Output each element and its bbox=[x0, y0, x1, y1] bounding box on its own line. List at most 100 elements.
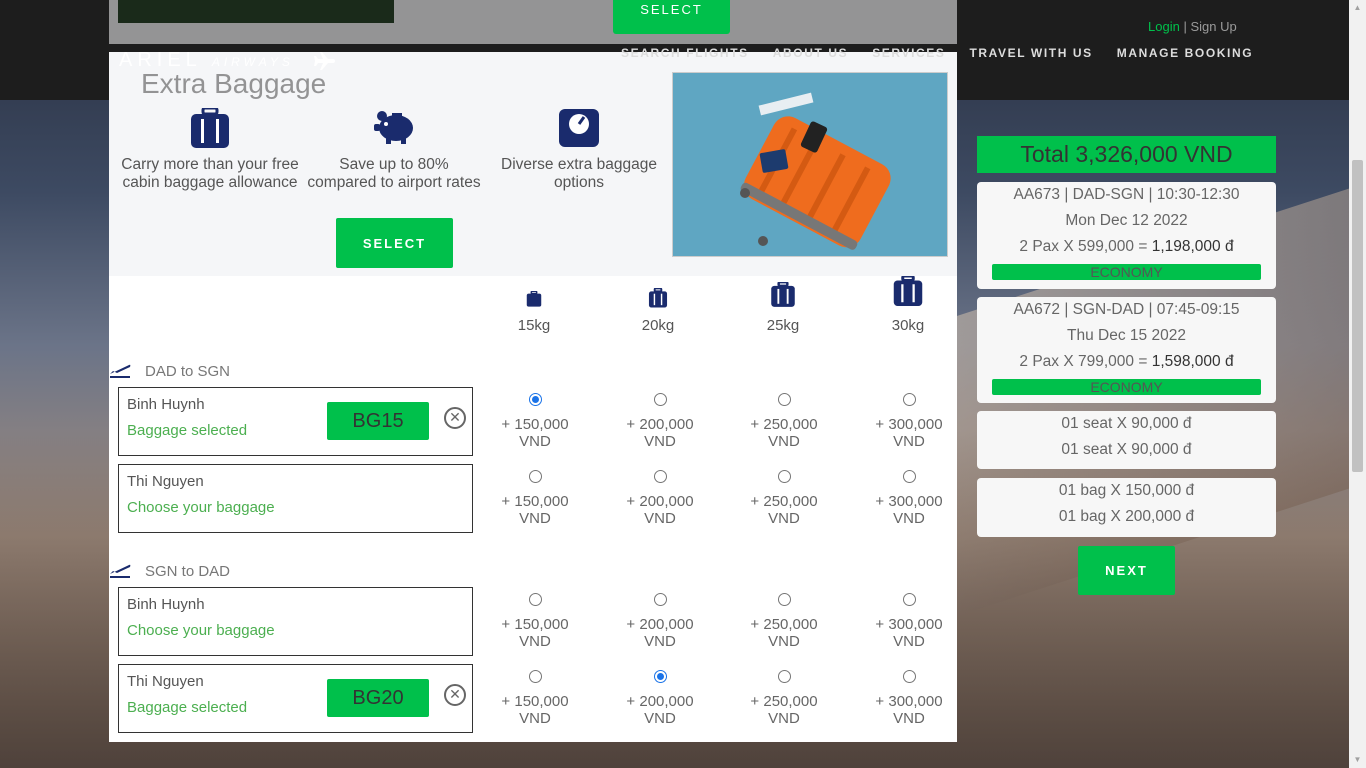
nav-about-us[interactable]: ABOUT US bbox=[773, 46, 848, 60]
nav-travel-with-us[interactable]: TRAVEL WITH US bbox=[969, 46, 1092, 60]
option-15kg[interactable]: + 150,000 VND bbox=[485, 393, 585, 450]
bag-line: 01 bag X 150,000 đ bbox=[1058, 482, 1195, 499]
scale-icon bbox=[489, 108, 669, 150]
airplane-icon bbox=[314, 51, 336, 70]
radio-button[interactable] bbox=[653, 393, 667, 406]
feature-diverse: Diverse extra baggage options bbox=[489, 108, 669, 192]
radio-button[interactable] bbox=[528, 670, 542, 683]
piggy-bank-icon bbox=[304, 108, 484, 150]
modal-title: Extra Baggage bbox=[141, 68, 327, 99]
price-label: + 250,000 VND bbox=[750, 616, 818, 650]
luggage-icon bbox=[771, 282, 795, 307]
passenger-name: Thi Nguyen bbox=[127, 473, 204, 490]
flight-amount: 1,598,000 đ bbox=[1151, 353, 1234, 370]
weight-label: 25kg bbox=[766, 317, 800, 334]
radio-button[interactable] bbox=[777, 470, 791, 483]
baggage-status: Choose your baggage bbox=[127, 622, 275, 639]
option-20kg[interactable]: + 200,000 VND bbox=[610, 470, 710, 527]
option-15kg[interactable]: + 150,000 VND bbox=[485, 670, 585, 727]
price-label: + 200,000 VND bbox=[626, 616, 694, 650]
pax-calc: 2 Pax X 599,000 = bbox=[1019, 238, 1148, 255]
flight-date: Thu Dec 15 2022 bbox=[1067, 327, 1186, 344]
seat-line: 01 seat X 90,000 đ bbox=[1061, 415, 1192, 432]
radio-button[interactable] bbox=[902, 470, 916, 483]
option-20kg[interactable]: + 200,000 VND bbox=[610, 670, 710, 727]
scrollbar-thumb[interactable] bbox=[1352, 160, 1363, 472]
feature-text: Carry more than your free cabin baggage … bbox=[121, 156, 299, 191]
luggage-icon bbox=[526, 291, 542, 307]
previous-card-image bbox=[118, 0, 394, 23]
option-20kg[interactable]: + 200,000 VND bbox=[610, 393, 710, 450]
radio-button[interactable] bbox=[528, 393, 542, 406]
radio-button[interactable] bbox=[528, 470, 542, 483]
nav-manage-booking[interactable]: MANAGE BOOKING bbox=[1117, 46, 1253, 60]
option-25kg[interactable]: + 250,000 VND bbox=[734, 670, 834, 727]
option-30kg[interactable]: + 300,000 VND bbox=[859, 670, 959, 727]
select-baggage-button[interactable]: SELECT bbox=[336, 218, 453, 268]
extra-baggage-modal: Extra Baggage Carry more than your free … bbox=[109, 52, 957, 742]
nav-search-flights[interactable]: SEARCH FLIGHTS bbox=[621, 46, 749, 60]
option-25kg[interactable]: + 250,000 VND bbox=[734, 593, 834, 650]
flight-summary-card: AA672 | SGN-DAD | 07:45-09:15 Thu Dec 15… bbox=[977, 297, 1276, 403]
previous-select-button[interactable]: SELECT bbox=[613, 0, 730, 34]
flight-route: AA672 | SGN-DAD | 07:45-09:15 bbox=[1013, 301, 1240, 318]
suitcase-image bbox=[672, 72, 948, 257]
radio-button[interactable] bbox=[653, 593, 667, 606]
login-link[interactable]: Login bbox=[1148, 19, 1180, 34]
radio-button[interactable] bbox=[777, 593, 791, 606]
radio-button[interactable] bbox=[653, 670, 667, 683]
weight-label: 15kg bbox=[517, 317, 551, 334]
radio-button[interactable] bbox=[777, 670, 791, 683]
option-15kg[interactable]: + 150,000 VND bbox=[485, 470, 585, 527]
passenger-name: Binh Huynh bbox=[127, 396, 205, 413]
flight-route: AA673 | DAD-SGN | 10:30-12:30 bbox=[1013, 186, 1240, 203]
price-label: + 200,000 VND bbox=[626, 493, 694, 527]
option-30kg[interactable]: + 300,000 VND bbox=[859, 470, 959, 527]
seat-line: 01 seat X 90,000 đ bbox=[1061, 441, 1192, 458]
weight-label: 30kg bbox=[891, 317, 925, 334]
flight-summary-card: AA673 | DAD-SGN | 10:30-12:30 Mon Dec 12… bbox=[977, 182, 1276, 289]
price-label: + 300,000 VND bbox=[875, 693, 943, 727]
option-30kg[interactable]: + 300,000 VND bbox=[859, 593, 959, 650]
logo[interactable]: ARIEL AIRWAYS bbox=[119, 49, 336, 72]
baggage-status: Choose your baggage bbox=[127, 499, 275, 516]
passenger-card[interactable]: Binh Huynh Baggage selected BG15 ✕ bbox=[118, 387, 473, 456]
signup-link[interactable]: Sign Up bbox=[1190, 19, 1236, 34]
radio-button[interactable] bbox=[902, 670, 916, 683]
baggage-status: Baggage selected bbox=[127, 422, 248, 439]
main-nav: SEARCH FLIGHTS ABOUT US SERVICES TRAVEL … bbox=[621, 46, 1253, 60]
scroll-down-icon[interactable]: ▼ bbox=[1352, 754, 1363, 766]
nav-services[interactable]: SERVICES bbox=[872, 46, 945, 60]
route-sgn-dad: SGN to DAD bbox=[109, 562, 230, 580]
option-25kg[interactable]: + 250,000 VND bbox=[734, 470, 834, 527]
scroll-up-icon[interactable]: ▲ bbox=[1352, 2, 1363, 14]
radio-button[interactable] bbox=[902, 393, 916, 406]
total-price: Total 3,326,000 VND bbox=[977, 136, 1276, 173]
radio-button[interactable] bbox=[528, 593, 542, 606]
radio-button[interactable] bbox=[902, 593, 916, 606]
price-label: + 300,000 VND bbox=[875, 493, 943, 527]
remove-baggage-icon[interactable]: ✕ bbox=[444, 407, 466, 429]
radio-button[interactable] bbox=[653, 470, 667, 483]
remove-baggage-icon[interactable]: ✕ bbox=[444, 684, 466, 706]
radio-button[interactable] bbox=[777, 393, 791, 406]
flight-date: Mon Dec 12 2022 bbox=[1065, 212, 1188, 229]
passenger-card[interactable]: Thi Nguyen Baggage selected BG20 ✕ bbox=[118, 664, 473, 733]
passenger-card[interactable]: Binh Huynh Choose your baggage bbox=[118, 587, 473, 656]
option-20kg[interactable]: + 200,000 VND bbox=[610, 593, 710, 650]
bag-summary-card: 01 bag X 150,000 đ 01 bag X 200,000 đ bbox=[977, 478, 1276, 537]
flight-price: 2 Pax X 799,000 = 1,598,000 đ bbox=[977, 349, 1276, 375]
passenger-card[interactable]: Thi Nguyen Choose your baggage bbox=[118, 464, 473, 533]
weight-header: 15kg 20kg 25kg 30kg bbox=[109, 276, 957, 336]
option-30kg[interactable]: + 300,000 VND bbox=[859, 393, 959, 450]
baggage-code-badge: BG15 bbox=[327, 402, 429, 440]
plane-takeoff-icon bbox=[110, 364, 131, 378]
option-25kg[interactable]: + 250,000 VND bbox=[734, 393, 834, 450]
price-label: + 300,000 VND bbox=[875, 416, 943, 450]
passenger-name: Thi Nguyen bbox=[127, 673, 204, 690]
luggage-icon bbox=[120, 106, 300, 150]
next-button[interactable]: NEXT bbox=[1078, 546, 1175, 595]
logo-main: ARIEL bbox=[119, 49, 202, 71]
option-15kg[interactable]: + 150,000 VND bbox=[485, 593, 585, 650]
price-label: + 150,000 VND bbox=[501, 616, 569, 650]
